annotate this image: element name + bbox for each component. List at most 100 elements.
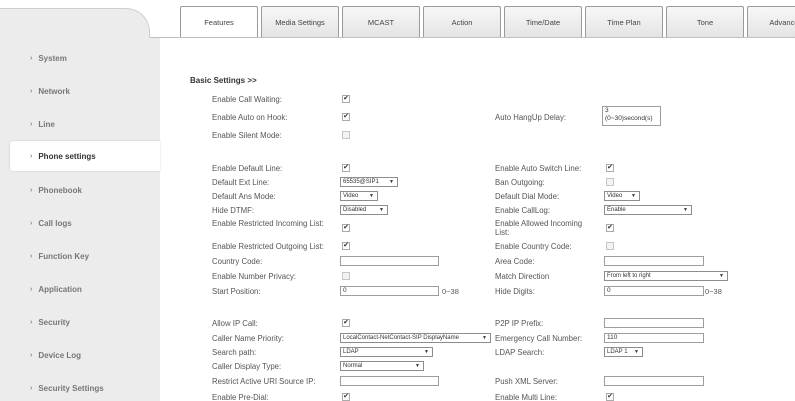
- select-value: LocalContact-NetContact-SIP DisplayName: [343, 335, 459, 341]
- tab-action[interactable]: Action: [423, 6, 501, 37]
- select-value: Video: [343, 193, 359, 199]
- sidebar-item-label: Phonebook: [38, 185, 82, 195]
- dropdown-arrow-icon: ▼: [634, 349, 639, 355]
- country-code-enable-checkbox[interactable]: [606, 242, 614, 250]
- tab-features[interactable]: Features: [180, 6, 258, 37]
- start-position-range: 0~38: [442, 287, 459, 296]
- call-waiting-checkbox[interactable]: [342, 95, 350, 103]
- sidebar-header-tab: [0, 8, 150, 38]
- emergency-call-number-label: Emergency Call Number:: [495, 334, 583, 343]
- dropdown-arrow-icon: ▼: [389, 179, 394, 185]
- sidebar-item-function-key[interactable]: › Function Key: [0, 241, 160, 271]
- select-value: Normal: [343, 363, 363, 369]
- sidebar: › System › Network › Line › Phone settings ›…: [0, 0, 160, 401]
- default-ans-mode-label: Default Ans Mode:: [212, 192, 276, 201]
- caller-name-priority-select[interactable]: LocalContact-NetContact-SIP DisplayName ▼: [340, 333, 491, 343]
- dropdown-arrow-icon: ▼: [683, 207, 688, 213]
- allowed-incoming-checkbox[interactable]: [606, 224, 614, 232]
- ban-outgoing-checkbox[interactable]: [606, 178, 614, 186]
- pre-dial-label: Enable Pre-Dial:: [212, 393, 269, 401]
- restrict-active-uri-input[interactable]: [340, 376, 439, 386]
- auto-switch-line-checkbox[interactable]: [606, 164, 614, 172]
- chevron-right-icon: ›: [30, 252, 33, 260]
- sidebar-item-application[interactable]: › Application: [0, 274, 160, 304]
- dropdown-arrow-icon: ▼: [482, 335, 487, 341]
- default-dial-mode-label: Default Dial Mode:: [495, 192, 560, 201]
- search-path-label: Search path:: [212, 348, 257, 357]
- sidebar-item-label: Security Settings: [38, 383, 104, 393]
- emergency-call-number-input[interactable]: 110: [604, 333, 704, 343]
- ldap-search-select[interactable]: LDAP 1 ▼: [604, 347, 643, 357]
- sidebar-item-line[interactable]: › Line: [0, 109, 160, 139]
- ldap-search-label: LDAP Search:: [495, 348, 545, 357]
- sidebar-item-network[interactable]: › Network: [0, 76, 160, 106]
- auto-hangup-delay-input[interactable]: 3 (0~30)second(s): [602, 106, 661, 126]
- auto-hangup-delay-label: Auto HangUp Delay:: [495, 113, 567, 122]
- allow-ip-call-label: Allow IP Call:: [212, 319, 258, 328]
- sidebar-item-label: Application: [38, 284, 82, 294]
- allow-ip-call-checkbox[interactable]: [342, 319, 350, 327]
- enable-calllog-select[interactable]: Enable ▼: [604, 205, 692, 215]
- sidebar-item-phonebook[interactable]: › Phonebook: [0, 175, 160, 205]
- tab-bar: Features Media Settings MCAST Action Tim…: [180, 6, 795, 37]
- sidebar-item-system[interactable]: › System: [0, 43, 160, 73]
- dropdown-arrow-icon: ▼: [415, 363, 420, 369]
- tab-time-date[interactable]: Time/Date: [504, 6, 582, 37]
- push-xml-server-label: Push XML Server:: [495, 377, 558, 386]
- tab-advanced[interactable]: Advanced: [747, 6, 795, 37]
- hide-digits-input[interactable]: 0: [604, 286, 704, 296]
- auto-hangup-delay-value: 3: [605, 107, 609, 114]
- number-privacy-checkbox[interactable]: [342, 272, 350, 280]
- multi-line-checkbox[interactable]: [606, 393, 614, 401]
- tab-time-plan[interactable]: Time Plan: [585, 6, 663, 37]
- country-code-input[interactable]: [340, 256, 439, 266]
- sidebar-item-call-logs[interactable]: › Call logs: [0, 208, 160, 238]
- chevron-right-icon: ›: [30, 120, 33, 128]
- sidebar-item-label: System: [38, 53, 67, 63]
- select-value: 65535@SIP1: [343, 179, 379, 185]
- p2p-ip-prefix-input[interactable]: [604, 318, 704, 328]
- restrict-active-uri-label: Restrict Active URI Source IP:: [212, 377, 316, 386]
- chevron-right-icon: ›: [30, 219, 33, 227]
- default-line-checkbox[interactable]: [342, 164, 350, 172]
- select-value: LDAP 1: [607, 349, 628, 355]
- chevron-right-icon: ›: [30, 318, 33, 326]
- select-value: From left to right: [607, 273, 651, 279]
- chevron-right-icon: ›: [30, 87, 33, 95]
- default-ans-mode-select[interactable]: Video ▼: [340, 191, 378, 201]
- sidebar-item-label: Function Key: [38, 251, 90, 261]
- p2p-ip-prefix-label: P2P IP Prefix:: [495, 319, 544, 328]
- search-path-select[interactable]: LDAP ▼: [340, 347, 433, 357]
- restricted-outgoing-label: Enable Restricted Outgoing List:: [212, 242, 324, 251]
- restricted-incoming-checkbox[interactable]: [342, 224, 350, 232]
- sidebar-item-label: Call logs: [38, 218, 72, 228]
- area-code-input[interactable]: [604, 256, 704, 266]
- default-dial-mode-select[interactable]: Video ▼: [604, 191, 640, 201]
- sidebar-item-security[interactable]: › Security: [0, 307, 160, 337]
- pre-dial-checkbox[interactable]: [342, 393, 350, 401]
- start-position-input[interactable]: 0: [340, 286, 439, 296]
- sidebar-item-security-settings[interactable]: › Security Settings: [0, 373, 160, 401]
- country-code-label: Country Code:: [212, 257, 263, 266]
- tab-tone[interactable]: Tone: [666, 6, 744, 37]
- push-xml-server-input[interactable]: [604, 376, 704, 386]
- tab-mcast[interactable]: MCAST: [342, 6, 420, 37]
- default-ext-line-select[interactable]: 65535@SIP1 ▼: [340, 177, 398, 187]
- sidebar-item-phone-settings[interactable]: › Phone settings: [10, 141, 160, 171]
- caller-display-type-select[interactable]: Normal ▼: [340, 361, 424, 371]
- hide-dtmf-select[interactable]: Disabled ▼: [340, 205, 388, 215]
- multi-line-label: Enable Multi Line:: [495, 393, 557, 401]
- auto-on-hook-checkbox[interactable]: [342, 113, 350, 121]
- section-title: Basic Settings >>: [190, 76, 257, 85]
- restricted-outgoing-checkbox[interactable]: [342, 242, 350, 250]
- auto-switch-line-label: Enable Auto Switch Line:: [495, 164, 582, 173]
- tab-media-settings[interactable]: Media Settings: [261, 6, 339, 37]
- chevron-right-icon: ›: [30, 54, 33, 62]
- dropdown-arrow-icon: ▼: [631, 193, 636, 199]
- silent-mode-checkbox[interactable]: [342, 131, 350, 139]
- sidebar-item-device-log[interactable]: › Device Log: [0, 340, 160, 370]
- select-value: Video: [607, 193, 623, 199]
- match-direction-select[interactable]: From left to right ▼: [604, 271, 728, 281]
- ban-outgoing-label: Ban Outgoing:: [495, 178, 545, 187]
- area-code-label: Area Code:: [495, 257, 535, 266]
